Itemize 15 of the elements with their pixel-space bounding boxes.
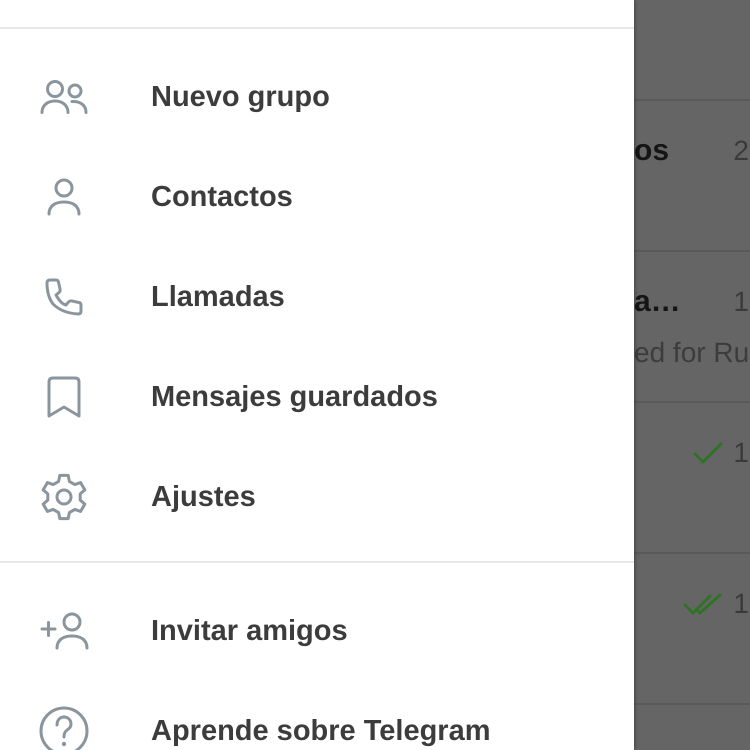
person-icon (46, 178, 82, 216)
phone-icon (44, 277, 84, 317)
settings-icon (40, 473, 88, 521)
chat-title: a… (634, 284, 681, 320)
menu-item[interactable]: Aprende sobre Telegram (0, 681, 634, 750)
people-icon (39, 80, 89, 114)
menu-item[interactable]: Ajustes (0, 447, 634, 547)
menu-item[interactable]: Mensajes guardados (0, 347, 634, 447)
menu-item[interactable]: Llamadas (0, 247, 634, 347)
add-person-icon (39, 612, 89, 650)
menu-item[interactable]: Invitar amigos (0, 581, 634, 681)
chat-title: os (634, 133, 670, 169)
menu-item[interactable]: Contactos (0, 147, 634, 247)
bookmark-icon (46, 376, 82, 418)
menu-item[interactable]: Nuevo grupo (0, 47, 634, 147)
